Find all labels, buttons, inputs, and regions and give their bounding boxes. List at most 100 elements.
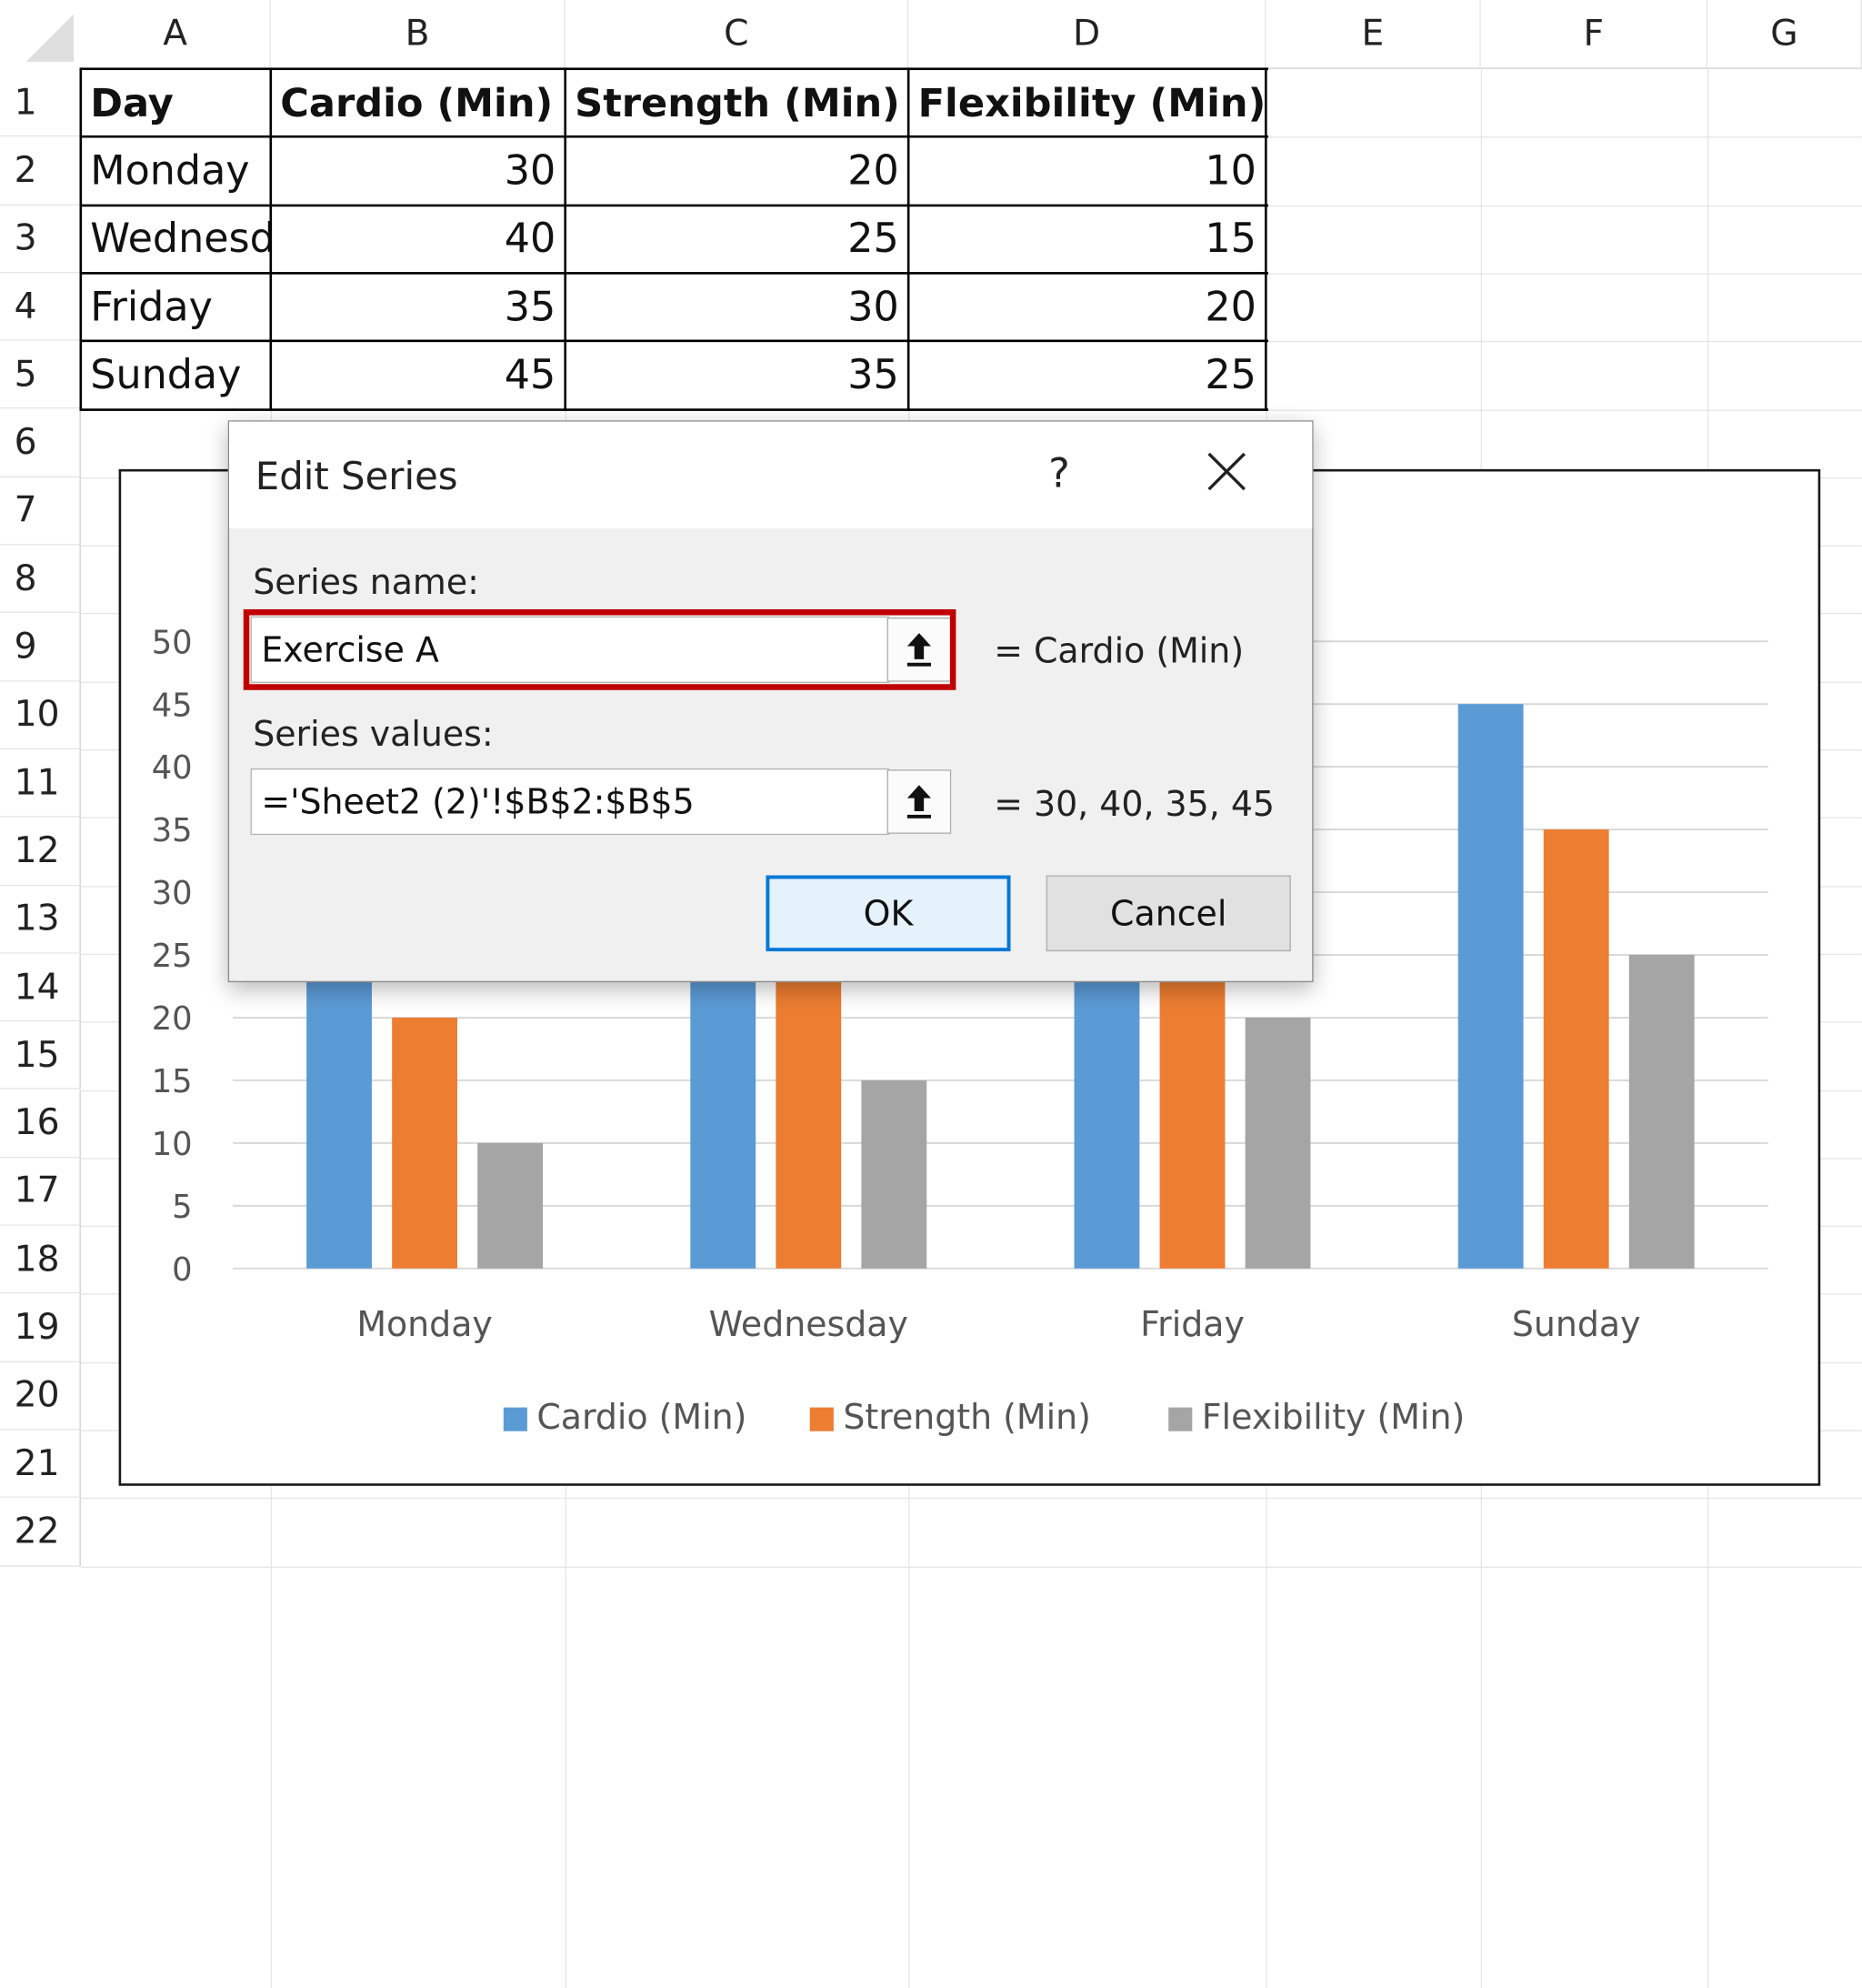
y-tick-label: 30 xyxy=(152,875,193,912)
table-cell[interactable]: Monday xyxy=(81,137,271,206)
dialog-title: Edit Series xyxy=(255,454,458,499)
row-header-9[interactable]: 9 xyxy=(0,613,81,681)
table-border xyxy=(907,67,910,410)
table-header-cell[interactable]: Day xyxy=(81,69,271,137)
table-header-cell[interactable]: Strength (Min) xyxy=(566,69,908,137)
table-cell[interactable]: 20 xyxy=(566,137,908,206)
legend-swatch xyxy=(504,1408,527,1431)
table-border xyxy=(81,340,1268,343)
row-header-8[interactable]: 8 xyxy=(0,546,81,614)
row-header-4[interactable]: 4 xyxy=(0,273,81,341)
table-border xyxy=(81,408,1268,411)
y-tick-label: 5 xyxy=(172,1189,192,1226)
row-header-6[interactable]: 6 xyxy=(0,409,81,477)
row-header-20[interactable]: 20 xyxy=(0,1362,81,1431)
row-header-1[interactable]: 1 xyxy=(0,69,81,137)
table-border xyxy=(564,67,566,410)
row-header-18[interactable]: 18 xyxy=(0,1226,81,1294)
y-tick-label: 35 xyxy=(152,812,193,849)
row-header-2[interactable]: 2 xyxy=(0,137,81,206)
row-header-5[interactable]: 5 xyxy=(0,341,81,409)
bar-strength-wednesday[interactable] xyxy=(776,955,841,1269)
series-name-label: Series name: xyxy=(253,562,479,602)
column-header-b[interactable]: B xyxy=(271,0,566,69)
row-header-22[interactable]: 22 xyxy=(0,1498,81,1566)
bar-flexibility-friday[interactable] xyxy=(1246,1018,1311,1269)
spreadsheet: ABCDEFG 12345678910111213141516171819202… xyxy=(0,0,1862,1988)
series-values-result: = 30, 40, 35, 45 xyxy=(994,784,1275,824)
series-name-result: = Cardio (Min) xyxy=(994,630,1244,670)
legend-label: Flexibility (Min) xyxy=(1202,1397,1465,1437)
table-cell[interactable]: 35 xyxy=(566,341,908,409)
y-tick-label: 15 xyxy=(152,1063,193,1100)
select-all-corner[interactable] xyxy=(0,0,81,69)
table-cell[interactable]: Wednesday xyxy=(81,205,271,273)
table-border xyxy=(80,67,83,410)
series-values-collapse-button[interactable] xyxy=(887,769,952,834)
table-header-cell[interactable]: Flexibility (Min) xyxy=(908,69,1266,137)
table-cell[interactable]: 30 xyxy=(566,273,908,341)
row-header-15[interactable]: 15 xyxy=(0,1021,81,1089)
bar-flexibility-wednesday[interactable] xyxy=(861,1080,926,1269)
x-tick-label: Monday xyxy=(356,1304,492,1344)
table-cell[interactable]: Sunday xyxy=(81,341,271,409)
ok-button[interactable]: OK xyxy=(766,876,1010,952)
row-header-17[interactable]: 17 xyxy=(0,1158,81,1226)
table-cell[interactable]: 25 xyxy=(908,341,1266,409)
column-header-f[interactable]: F xyxy=(1481,0,1707,69)
row-header-11[interactable]: 11 xyxy=(0,749,81,818)
row-header-21[interactable]: 21 xyxy=(0,1430,81,1498)
close-icon[interactable] xyxy=(1206,450,1248,493)
highlight-box xyxy=(244,609,956,690)
y-tick-label: 40 xyxy=(152,749,193,787)
row-header-10[interactable]: 10 xyxy=(0,681,81,749)
row-header-13[interactable]: 13 xyxy=(0,886,81,954)
column-header-c[interactable]: C xyxy=(566,0,908,69)
legend-label: Strength (Min) xyxy=(843,1397,1091,1437)
column-header-e[interactable]: E xyxy=(1266,0,1480,69)
bar-strength-monday[interactable] xyxy=(392,1018,457,1269)
help-button[interactable]: ? xyxy=(1048,450,1070,497)
legend-swatch xyxy=(1168,1408,1192,1431)
bar-cardio-sunday[interactable] xyxy=(1458,704,1524,1269)
gridline-horizontal xyxy=(81,1566,1862,1567)
gridline-horizontal xyxy=(81,1498,1862,1499)
column-header-g[interactable]: G xyxy=(1707,0,1862,69)
table-border xyxy=(1265,67,1267,410)
series-values-input[interactable] xyxy=(261,781,888,821)
table-cell[interactable]: Friday xyxy=(81,273,271,341)
table-cell[interactable]: 35 xyxy=(271,273,566,341)
y-tick-label: 0 xyxy=(172,1251,192,1289)
bar-strength-sunday[interactable] xyxy=(1544,829,1609,1269)
y-tick-label: 10 xyxy=(152,1126,193,1163)
table-cell[interactable]: 15 xyxy=(908,205,1266,273)
bar-flexibility-monday[interactable] xyxy=(477,1143,543,1269)
row-header-3[interactable]: 3 xyxy=(0,205,81,273)
table-border xyxy=(81,204,1268,206)
table-cell[interactable]: 25 xyxy=(566,205,908,273)
x-tick-label: Friday xyxy=(1140,1304,1245,1344)
upload-arrow-icon xyxy=(904,783,935,821)
column-header-a[interactable]: A xyxy=(81,0,271,69)
cancel-button[interactable]: Cancel xyxy=(1046,876,1291,952)
row-header-19[interactable]: 19 xyxy=(0,1294,81,1362)
row-header-14[interactable]: 14 xyxy=(0,954,81,1022)
table-cell[interactable]: 30 xyxy=(271,137,566,206)
y-tick-label: 20 xyxy=(152,1000,193,1038)
table-cell[interactable]: 10 xyxy=(908,137,1266,206)
series-values-label: Series values: xyxy=(253,714,493,754)
row-header-7[interactable]: 7 xyxy=(0,477,81,546)
x-tick-label: Wednesday xyxy=(709,1304,908,1344)
table-cell[interactable]: 45 xyxy=(271,341,566,409)
row-header-16[interactable]: 16 xyxy=(0,1089,81,1158)
table-header-cell[interactable]: Cardio (Min) xyxy=(271,69,566,137)
series-values-field[interactable] xyxy=(251,768,890,835)
table-border xyxy=(81,67,1268,70)
y-tick-label: 25 xyxy=(152,938,193,975)
row-header-12[interactable]: 12 xyxy=(0,818,81,886)
table-cell[interactable]: 40 xyxy=(271,205,566,273)
column-header-d[interactable]: D xyxy=(908,0,1266,69)
bar-flexibility-sunday[interactable] xyxy=(1629,955,1695,1269)
table-cell[interactable]: 20 xyxy=(908,273,1266,341)
y-tick-label: 45 xyxy=(152,687,193,724)
